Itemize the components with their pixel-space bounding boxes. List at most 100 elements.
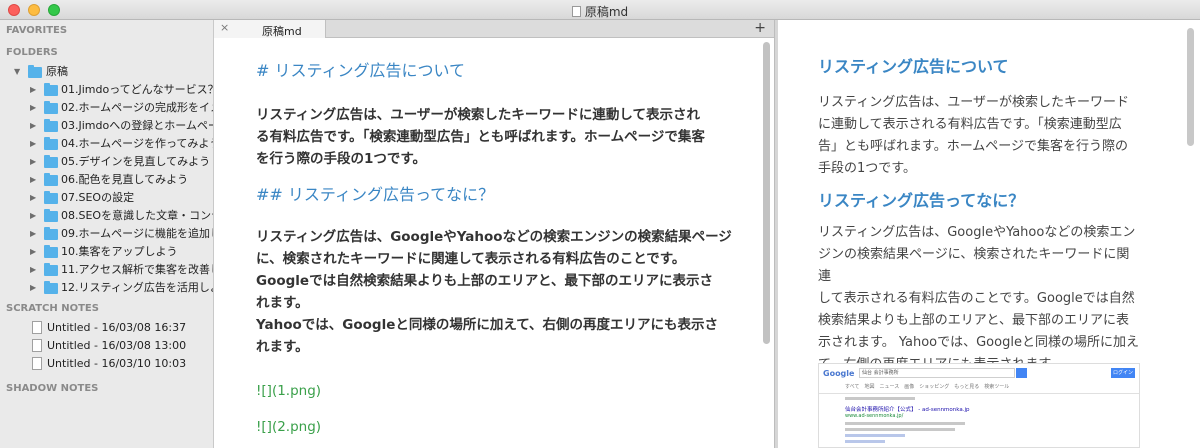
sidebar-root-folder[interactable]: ▼ 原稿 (0, 63, 213, 81)
add-tab-button[interactable]: + (754, 20, 766, 36)
preview-heading-1: リスティング広告について (818, 57, 1009, 76)
sidebar-folder-label: 02.ホームページの完成形をイメ... (61, 101, 213, 114)
note-icon (32, 339, 42, 352)
disclosure-closed-icon[interactable]: ▶ (30, 207, 36, 225)
sidebar-folder-label: 07.SEOの設定 (61, 191, 135, 204)
editor-text-line: れます。 (256, 339, 309, 355)
disclosure-closed-icon[interactable]: ▶ (30, 225, 36, 243)
document-icon (571, 6, 581, 17)
editor-text-line: Googleでは自然検索結果よりも上部のエリアと、最下部のエリアに表示さ (256, 273, 713, 289)
sidebar-folder-label: 原稿 (46, 65, 68, 78)
result-stats-line (845, 397, 915, 400)
editor-heading-1: # リスティング広告について (256, 61, 466, 80)
folder-icon (28, 65, 42, 78)
tab-genkou-md[interactable]: × 原稿md (214, 20, 326, 38)
disclosure-closed-icon[interactable]: ▶ (30, 117, 36, 135)
preview-text-line: ジンの検索結果ページに、検索されたキーワードに関連 (818, 247, 1130, 284)
folder-icon (44, 245, 58, 258)
editor-paragraph-2: リスティング広告は、GoogleやYahooなどの検索エンジンの検索結果ページに… (256, 226, 736, 358)
preview-text-line: リスティング広告は、GoogleやYahooなどの検索エン (818, 225, 1136, 240)
sidebar-folder-item[interactable]: ▶ 02.ホームページの完成形をイメ... (0, 99, 213, 117)
preview-content: リスティング広告について リスティング広告は、ユーザーが検索したキーワード に連動… (818, 56, 1140, 376)
window-title: 原稿md (0, 3, 1200, 20)
google-search-box: 仙台 会計事務所 (859, 368, 1015, 378)
google-result-url: www.ad-sennmonka.jp/ (845, 413, 904, 419)
editor-text-line: リスティング広告は、GoogleやYahooなどの検索エンジンの検索結果ページ (256, 229, 732, 245)
scratch-note-label: Untitled - 16/03/08 13:00 (47, 339, 187, 352)
result-snippet-line (845, 422, 965, 425)
scratch-note-item[interactable]: Untitled - 16/03/08 13:00 (0, 337, 213, 355)
sidebar-folder-label: 11.アクセス解析で集客を改善し... (61, 263, 213, 276)
result-snippet-line (845, 428, 955, 431)
sidebar-folder-item[interactable]: ▶ 01.Jimdoってどんなサービス？ (0, 81, 213, 99)
sidebar: FAVORITES FOLDERS ▼ 原稿 ▶ 01.Jimdoってどんなサービ… (0, 20, 214, 448)
editor-pane: × 原稿md + # リスティング広告について リスティング広告は、ユーザーが検… (214, 20, 774, 448)
sidebar-folder-item[interactable]: ▶ 10.集客をアップしよう (0, 243, 213, 261)
disclosure-open-icon[interactable]: ▼ (14, 63, 20, 81)
search-icon (1016, 368, 1027, 378)
disclosure-closed-icon[interactable]: ▶ (30, 135, 36, 153)
sidebar-folder-item[interactable]: ▶ 11.アクセス解析で集客を改善し... (0, 261, 213, 279)
preview-text-line: して表示される有料広告のことです。Googleでは自然 (818, 291, 1135, 306)
preview-heading-2: リスティング広告ってなに？ (818, 191, 1025, 210)
disclosure-closed-icon[interactable]: ▶ (30, 99, 36, 117)
scratch-note-item[interactable]: Untitled - 16/03/10 10:03 (0, 355, 213, 373)
folder-icon (44, 227, 58, 240)
folder-icon (44, 191, 58, 204)
google-logo: Google (823, 369, 855, 378)
scratch-note-item[interactable]: Untitled - 16/03/08 16:37 (0, 319, 213, 337)
folder-icon (44, 83, 58, 96)
preview-scrollbar[interactable] (1187, 28, 1194, 146)
favorites-header: FAVORITES (6, 25, 68, 36)
sidebar-folder-item[interactable]: ▶ 09.ホームページに機能を追加し... (0, 225, 213, 243)
preview-text-line: 検索結果よりも上部のエリアと、最下部のエリアに表 (818, 313, 1129, 328)
sidebar-folder-item[interactable]: ▶ 07.SEOの設定 (0, 189, 213, 207)
folder-icon (44, 173, 58, 186)
sidebar-folder-label: 05.デザインを見直してみよう (61, 155, 211, 168)
sidebar-folder-label: 03.Jimdoへの登録とホームペー... (61, 119, 213, 132)
editor-paragraph-1: リスティング広告は、ユーザーが検索したキーワードに連動して表示され る有料広告です… (256, 104, 736, 170)
sidebar-folder-item[interactable]: ▶ 12.リスティング広告を活用しよう (0, 279, 213, 297)
preview-text-line: 手段の1つです。 (818, 161, 916, 176)
preview-text-line: リスティング広告は、ユーザーが検索したキーワード (818, 95, 1129, 110)
disclosure-closed-icon[interactable]: ▶ (30, 153, 36, 171)
sidebar-folder-item[interactable]: ▶ 05.デザインを見直してみよう (0, 153, 213, 171)
folder-icon (44, 281, 58, 294)
editor-image-link-2: ![](2.png) (256, 419, 322, 435)
folder-icon (44, 155, 58, 168)
shadow-notes-header: SHADOW NOTES (6, 383, 99, 394)
disclosure-closed-icon[interactable]: ▶ (30, 81, 36, 99)
sidebar-folder-item[interactable]: ▶ 03.Jimdoへの登録とホームペー... (0, 117, 213, 135)
editor-text-line: れます。 (256, 295, 309, 311)
disclosure-closed-icon[interactable]: ▶ (30, 189, 36, 207)
scratch-notes-header: SCRATCH NOTES (6, 303, 99, 314)
preview-paragraph-2: リスティング広告は、GoogleやYahooなどの検索エンジンの検索結果ページに… (818, 222, 1140, 376)
preview-paragraph-1: リスティング広告は、ユーザーが検索したキーワード に連動して表示される有料広告です… (818, 92, 1140, 180)
folder-icon (44, 137, 58, 150)
preview-embedded-image: Google 仙台 会計事務所 ログイン すべて 地図 ニュース 画像 ショッピ… (818, 363, 1140, 448)
disclosure-closed-icon[interactable]: ▶ (30, 261, 36, 279)
disclosure-closed-icon[interactable]: ▶ (30, 171, 36, 189)
disclosure-closed-icon[interactable]: ▶ (30, 279, 36, 297)
sidebar-folder-item[interactable]: ▶ 04.ホームページを作ってみよう (0, 135, 213, 153)
tab-label: 原稿md (262, 25, 302, 38)
folder-icon (44, 263, 58, 276)
sidebar-folder-item[interactable]: ▶ 08.SEOを意識した文章・コンテ... (0, 207, 213, 225)
disclosure-closed-icon[interactable]: ▶ (30, 243, 36, 261)
editor-image-link-1: ![](1.png) (256, 383, 322, 399)
editor-heading-2: ## リスティング広告ってなに？ (256, 185, 495, 204)
folder-icon (44, 101, 58, 114)
markdown-editor[interactable]: # リスティング広告について リスティング広告は、ユーザーが検索したキーワードに… (256, 60, 736, 438)
scratch-note-label: Untitled - 16/03/08 16:37 (47, 321, 187, 334)
folder-icon (44, 119, 58, 132)
editor-scrollbar[interactable] (763, 42, 770, 344)
folder-list: ▶01.Jimdoってどんなサービス？▶02.ホームページの完成形をイメ...▶… (0, 81, 213, 297)
sidebar-folder-label: 06.配色を見直してみよう (61, 173, 189, 186)
google-login-button: ログイン (1111, 368, 1135, 378)
sidebar-folder-label: 08.SEOを意識した文章・コンテ... (61, 209, 213, 222)
tab-bar: × 原稿md + (214, 20, 774, 38)
window-title-text: 原稿md (584, 5, 629, 19)
sidebar-folder-label: 09.ホームページに機能を追加し... (61, 227, 213, 240)
sidebar-folder-item[interactable]: ▶ 06.配色を見直してみよう (0, 171, 213, 189)
tab-close-icon[interactable]: × (220, 21, 229, 34)
